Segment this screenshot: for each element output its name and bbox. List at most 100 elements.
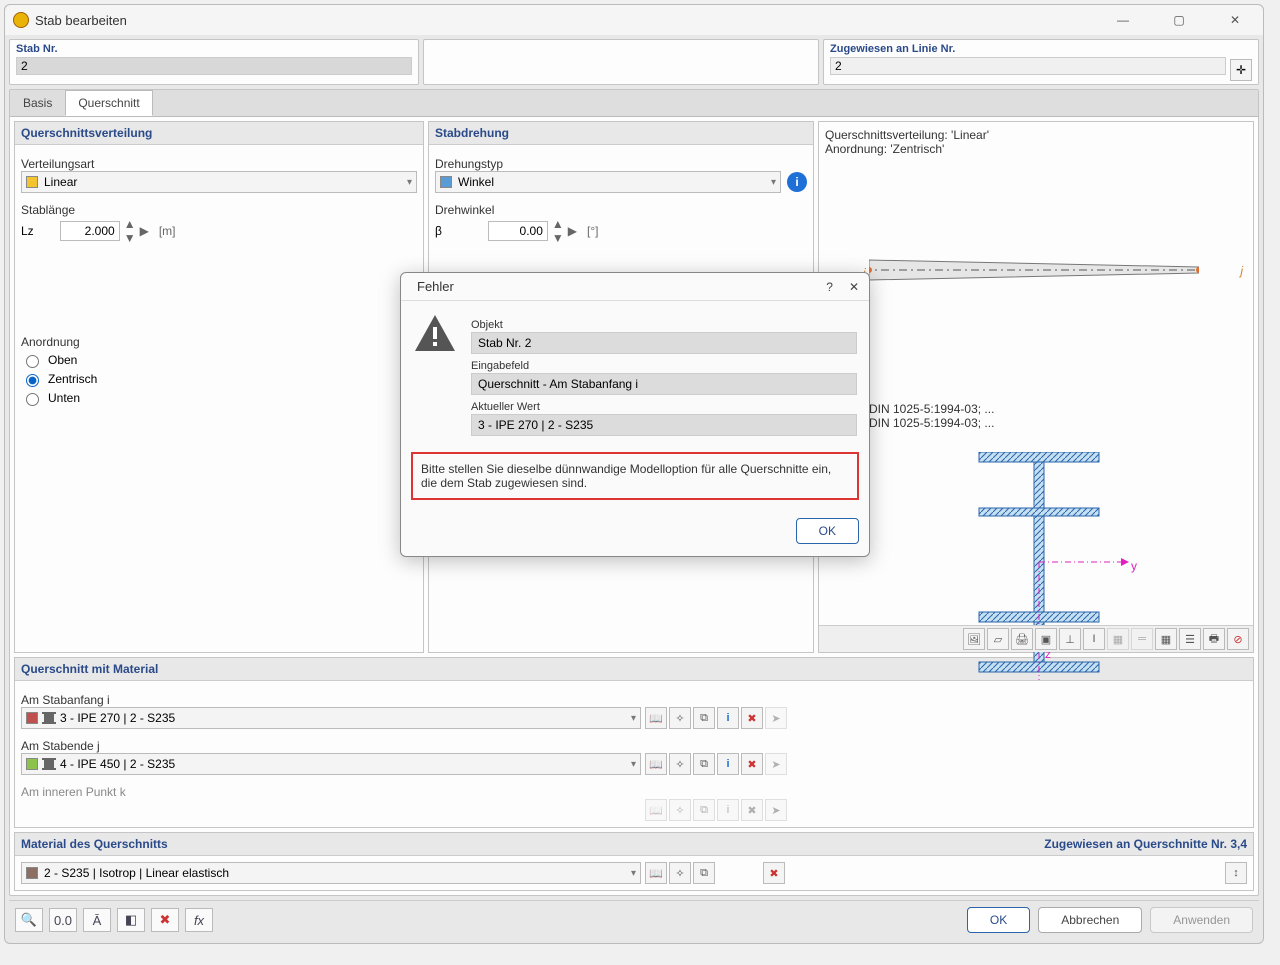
new-icon[interactable]: ✧ [669, 707, 691, 729]
cancel-button[interactable]: Abbrechen [1038, 907, 1142, 933]
info-icon[interactable]: i [717, 707, 739, 729]
library-icon: 📖 [645, 799, 667, 821]
info-icon: i [717, 799, 739, 821]
pick-icon: ➤ [765, 799, 787, 821]
copy-icon[interactable]: ⧉ [693, 707, 715, 729]
preview-line2: Anordnung: 'Zentrisch' [825, 142, 1247, 156]
chevron-down-icon: ▾ [631, 868, 636, 879]
verteilungsart-label: Verteilungsart [21, 157, 417, 171]
new-icon: ✧ [669, 799, 691, 821]
assigned-input[interactable]: 2 [830, 57, 1226, 75]
play-icon[interactable]: ▶ [140, 224, 149, 238]
apply-button[interactable]: Anwenden [1150, 907, 1253, 933]
material-select[interactable]: 2 - S235 | Isotrop | Linear elastisch ▾ [21, 862, 641, 884]
preview-tool-6[interactable]: ▦ [1107, 628, 1129, 650]
preview-tool-section[interactable]: ▱ [987, 628, 1009, 650]
footer-tool-colors[interactable]: ◧ [117, 908, 145, 932]
preview-tool-print[interactable]: 🖨 [1011, 628, 1033, 650]
chevron-down-icon: ▾ [771, 177, 776, 188]
error-dialog: Fehler ? ✕ Objekt Stab Nr. 2 Eingabefeld… [400, 272, 870, 557]
info-icon[interactable]: i [787, 172, 807, 192]
dialog-close-button[interactable]: ✕ [849, 280, 859, 294]
tab-basis[interactable]: Basis [10, 90, 65, 116]
preview-tool-print2[interactable]: 🖶 [1203, 628, 1225, 650]
error-objekt-value: Stab Nr. 2 [471, 332, 857, 354]
error-title: Fehler [417, 279, 454, 294]
anordnung-oben[interactable]: Oben [21, 352, 417, 368]
minimize-button[interactable]: — [1103, 13, 1143, 27]
pick-icon[interactable]: ➤ [765, 753, 787, 775]
delete-icon[interactable]: ✖ [741, 753, 763, 775]
delete-icon[interactable]: ✖ [741, 707, 763, 729]
pick-line-button[interactable]: ✛ [1230, 59, 1252, 81]
close-button[interactable]: ✕ [1215, 13, 1255, 27]
error-objekt-label: Objekt [471, 319, 857, 331]
node-j-label: j [1240, 264, 1243, 278]
end-swatch-icon [26, 758, 38, 770]
qsv-title: Querschnittsverteilung [15, 122, 423, 145]
stablange-unit: [m] [159, 224, 176, 238]
error-eingabe-value: Querschnitt - Am Stabanfang i [471, 373, 857, 395]
end-select[interactable]: 4 - IPE 450 | 2 - S235 ▾ [21, 753, 641, 775]
delete-icon[interactable]: ✖ [763, 862, 785, 884]
footer-tool-search[interactable]: 🔍 [15, 908, 43, 932]
footer-tool-units[interactable]: 0.0 [49, 908, 77, 932]
ibeam-icon [44, 712, 54, 724]
verteilungsart-select[interactable]: Linear ▾ [21, 171, 417, 193]
material-value: 2 - S235 | Isotrop | Linear elastisch [44, 866, 229, 880]
library-icon[interactable]: 📖 [645, 862, 667, 884]
preview-tool-grid[interactable]: ▦ [1155, 628, 1177, 650]
anordnung-zentrisch[interactable]: Zentrisch [21, 371, 417, 387]
tabbar: Basis Querschnitt [10, 90, 1258, 117]
pick-icon[interactable]: ➤ [765, 707, 787, 729]
preview-tool-cancel[interactable]: ⊘ [1227, 628, 1249, 650]
anordnung-unten[interactable]: Unten [21, 390, 417, 406]
library-icon[interactable]: 📖 [645, 707, 667, 729]
start-select[interactable]: 3 - IPE 270 | 2 - S235 ▾ [21, 707, 641, 729]
footer-bar: 🔍 0.0 Ā ◧ ✖ fx OK Abbrechen Anwenden [9, 900, 1259, 939]
footer-tool-function[interactable]: fx [185, 908, 213, 932]
copy-icon[interactable]: ⧉ [693, 862, 715, 884]
error-ok-button[interactable]: OK [796, 518, 859, 544]
swap-icon[interactable]: ↕ [1225, 862, 1247, 884]
drehungstyp-value: Winkel [458, 175, 494, 189]
copy-icon: ⧉ [693, 799, 715, 821]
drehwinkel-input[interactable] [488, 221, 548, 241]
new-icon[interactable]: ✧ [669, 862, 691, 884]
play-icon[interactable]: ▶ [568, 224, 577, 238]
preview-tool-axes[interactable]: ⊥ [1059, 628, 1081, 650]
section-profile-graphic: y z [939, 452, 1139, 692]
header-mid-panel [423, 39, 819, 85]
app-icon [13, 12, 29, 28]
titlebar: Stab bearbeiten — ▢ ✕ [5, 5, 1263, 35]
preview-tool-1[interactable]: 🖼 [963, 628, 985, 650]
footer-tool-support[interactable]: Ā [83, 908, 111, 932]
chevron-down-icon: ▾ [407, 177, 412, 188]
material-assigned: Zugewiesen an Querschnitte Nr. 3,4 [1044, 837, 1247, 851]
inner-label: Am inneren Punkt k [21, 785, 1247, 799]
library-icon[interactable]: 📖 [645, 753, 667, 775]
start-swatch-icon [26, 712, 38, 724]
footer-tool-clear[interactable]: ✖ [151, 908, 179, 932]
info-icon[interactable]: i [717, 753, 739, 775]
anordnung-label: Anordnung [21, 335, 417, 349]
maximize-button[interactable]: ▢ [1159, 13, 1199, 27]
preview-tool-outline[interactable]: ▣ [1035, 628, 1057, 650]
assigned-label: Zugewiesen an Linie Nr. [830, 43, 1226, 55]
copy-icon[interactable]: ⧉ [693, 753, 715, 775]
preview-tool-7[interactable]: ═ [1131, 628, 1153, 650]
drehwinkel-symbol: β [435, 224, 442, 238]
stab-nr-input[interactable]: 2 [16, 57, 412, 75]
drehungstyp-label: Drehungstyp [435, 157, 807, 171]
preview-line4: DIN 1025-5:1994-03; ... [869, 416, 994, 430]
help-button[interactable]: ? [826, 280, 833, 294]
new-icon[interactable]: ✧ [669, 753, 691, 775]
preview-tool-list[interactable]: ☰ [1179, 628, 1201, 650]
svg-text:y: y [1131, 559, 1137, 573]
tab-querschnitt[interactable]: Querschnitt [65, 90, 152, 116]
stablange-input[interactable] [60, 221, 120, 241]
ok-button[interactable]: OK [967, 907, 1030, 933]
drehungstyp-select[interactable]: Winkel ▾ [435, 171, 781, 193]
error-eingabe-label: Eingabefeld [471, 360, 857, 372]
preview-tool-ibeam[interactable]: I [1083, 628, 1105, 650]
